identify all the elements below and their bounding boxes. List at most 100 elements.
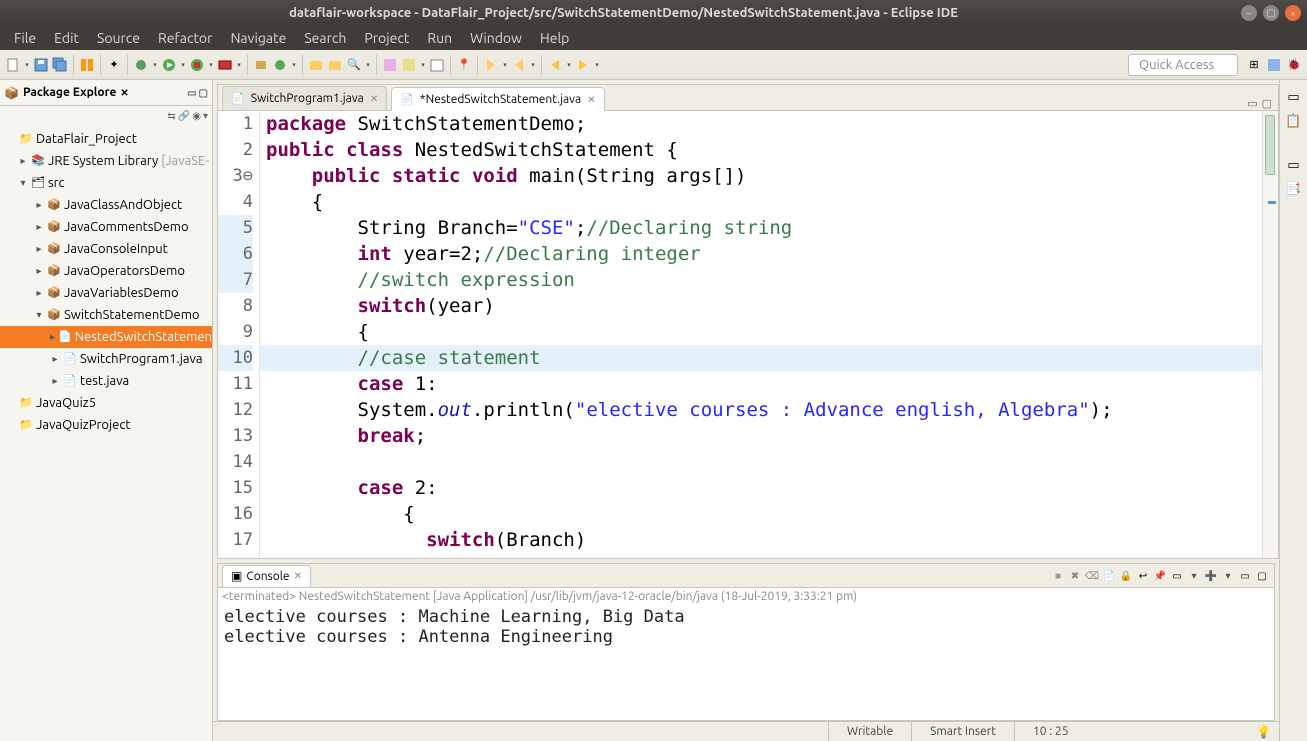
collapse-icon[interactable]: ⇆ [167, 110, 175, 122]
tree-item[interactable]: ▸📦JavaOperatorsDemo [0, 260, 212, 282]
save-icon[interactable] [32, 56, 50, 74]
next-annot-icon[interactable] [482, 56, 500, 74]
tree-item[interactable]: ▾📦SwitchStatementDemo [0, 304, 212, 326]
remove-icon[interactable]: ✖ [1067, 568, 1083, 584]
tree-item[interactable]: 📁JavaQuizProject [0, 414, 212, 436]
outline-restore-icon[interactable]: ▭ [1285, 156, 1303, 174]
menu-search[interactable]: Search [296, 28, 354, 48]
outline-icon[interactable]: 📑 [1285, 180, 1303, 198]
menu-help[interactable]: Help [532, 28, 577, 48]
pin-console-icon[interactable]: 📌 [1152, 568, 1168, 584]
menu-project[interactable]: Project [356, 28, 417, 48]
java-file-icon: 📄 [400, 93, 414, 106]
tree-item-label: JavaConsoleInput [64, 240, 168, 258]
calendar-icon[interactable] [428, 56, 446, 74]
back-icon[interactable] [546, 56, 564, 74]
close-tab-icon[interactable]: ✕ [370, 93, 378, 105]
java-perspective-icon[interactable] [1265, 56, 1283, 74]
coverage-icon[interactable] [188, 56, 206, 74]
search-icon[interactable]: 🔍 [345, 56, 363, 74]
overview-ruler[interactable] [1262, 111, 1278, 558]
open-task-icon[interactable] [326, 56, 344, 74]
save-all-icon[interactable] [51, 56, 69, 74]
tree-item[interactable]: ▸📦JavaVariablesDemo [0, 282, 212, 304]
pkg-icon: 📦 [47, 306, 61, 324]
maximize-button[interactable]: ▢ [1263, 5, 1279, 21]
console-icon: ▣ [231, 569, 242, 583]
menu-run[interactable]: Run [419, 28, 460, 48]
tree-item[interactable]: 📁JavaQuiz5 [0, 392, 212, 414]
prev-annot-icon[interactable] [510, 56, 528, 74]
restore-icon[interactable]: ▭ [1285, 88, 1303, 106]
tree-item[interactable]: ▸📚JRE System Library [JavaSE- [0, 150, 212, 172]
menu-window[interactable]: Window [462, 28, 530, 48]
menu-refactor[interactable]: Refactor [150, 28, 220, 48]
debug-icon[interactable] [132, 56, 150, 74]
clear-icon[interactable]: 📄 [1101, 568, 1117, 584]
proj-icon: 📁 [19, 416, 33, 434]
tree-item[interactable]: ▸📄test.java [0, 370, 212, 392]
tree-item[interactable]: ▸📦JavaClassAndObject [0, 194, 212, 216]
console-output[interactable]: elective courses : Machine Learning, Big… [218, 605, 1274, 720]
remove-all-icon[interactable]: ⌫ [1084, 568, 1100, 584]
minimize-editor-icon[interactable]: ▭ [1247, 97, 1257, 110]
main-toolbar: ▾ ✦ ▾ ▾ ▾ ▾ ▾ 🔍▾ ▾ 📍 ▾ ▾ ▾ ▾ Quick Acces… [0, 50, 1307, 80]
console-tab[interactable]: ▣ Console ✕ [222, 565, 311, 587]
minimize-view-icon[interactable]: ▭ [187, 87, 196, 99]
new-package-icon[interactable] [252, 56, 270, 74]
project-tree[interactable]: 📁DataFlair_Project▸📚JRE System Library [… [0, 126, 212, 741]
jfile-icon: 📄 [63, 350, 77, 368]
open-type-icon[interactable] [307, 56, 325, 74]
new-class-icon[interactable] [271, 56, 289, 74]
task-icon[interactable] [381, 56, 399, 74]
max-console-icon[interactable]: ▢ [1254, 568, 1270, 584]
new-console-icon[interactable]: ➕ [1203, 568, 1219, 584]
task-list-icon[interactable]: 📋 [1285, 112, 1303, 130]
menu-source[interactable]: Source [89, 28, 148, 48]
external-run-icon[interactable] [216, 56, 234, 74]
tree-item[interactable]: ▸📦JavaConsoleInput [0, 238, 212, 260]
tree-item-label: JavaQuiz5 [36, 394, 96, 412]
focus-icon[interactable]: ◉ [192, 110, 201, 122]
maximize-editor-icon[interactable]: ▢ [1262, 97, 1272, 110]
editor-tab[interactable]: 📄 SwitchProgram1.java ✕ [222, 86, 387, 110]
annotation-icon[interactable] [400, 56, 418, 74]
menu-edit[interactable]: Edit [46, 28, 87, 48]
minimize-button[interactable]: – [1241, 5, 1257, 21]
pkg-icon: 📦 [47, 196, 61, 214]
show-console-icon[interactable]: ▭ [1169, 568, 1185, 584]
forward-icon[interactable] [574, 56, 592, 74]
min-console-icon[interactable]: ▭ [1237, 568, 1253, 584]
tree-item[interactable]: ▸📄NestedSwitchStatemen [0, 326, 212, 348]
tree-item-label: NestedSwitchStatemen [75, 328, 212, 346]
maximize-view-icon[interactable]: ▢ [199, 87, 208, 99]
editor-tab[interactable]: 📄*NestedSwitchStatement.java✕ [391, 87, 604, 111]
menu-file[interactable]: File [6, 28, 44, 48]
close-button[interactable]: × [1285, 5, 1301, 21]
tree-item[interactable]: ▸📦JavaCommentsDemo [0, 216, 212, 238]
menu-navigate[interactable]: Navigate [222, 28, 294, 48]
toggle-icon[interactable] [78, 56, 96, 74]
wand-icon[interactable]: ✦ [105, 56, 123, 74]
close-tab-icon[interactable]: ✕ [587, 94, 595, 106]
view-menu-icon[interactable]: ▾ [203, 110, 208, 122]
link-icon[interactable]: 🔗 [178, 110, 190, 122]
package-explorer-tab[interactable]: 📦 Package Explore ✕ ▭ ▢ [0, 80, 212, 106]
code-editor[interactable]: 123⊖4567891011121314151617 package Switc… [218, 111, 1278, 558]
word-wrap-icon[interactable]: ↩ [1135, 568, 1151, 584]
heap-status-icon[interactable]: 💡 [1256, 725, 1279, 739]
editor-tab-label: SwitchProgram1.java [251, 92, 364, 105]
run-icon[interactable] [160, 56, 178, 74]
tree-item[interactable]: 📁DataFlair_Project [0, 128, 212, 150]
tree-item[interactable]: ▸📄SwitchProgram1.java [0, 348, 212, 370]
debug-perspective-icon[interactable]: 🐞 [1285, 56, 1303, 74]
new-icon[interactable] [4, 56, 22, 74]
window-titlebar: dataflair-workspace - DataFlair_Project/… [0, 0, 1307, 26]
tree-item[interactable]: ▾🗂src [0, 172, 212, 194]
terminate-icon[interactable]: ■ [1050, 568, 1066, 584]
java-file-icon: 📄 [231, 92, 245, 105]
quick-access-input[interactable]: Quick Access [1128, 54, 1238, 76]
open-perspective-icon[interactable]: ⊞ [1245, 56, 1263, 74]
pin-icon[interactable]: 📍 [455, 56, 473, 74]
scroll-lock-icon[interactable]: 🔒 [1118, 568, 1134, 584]
